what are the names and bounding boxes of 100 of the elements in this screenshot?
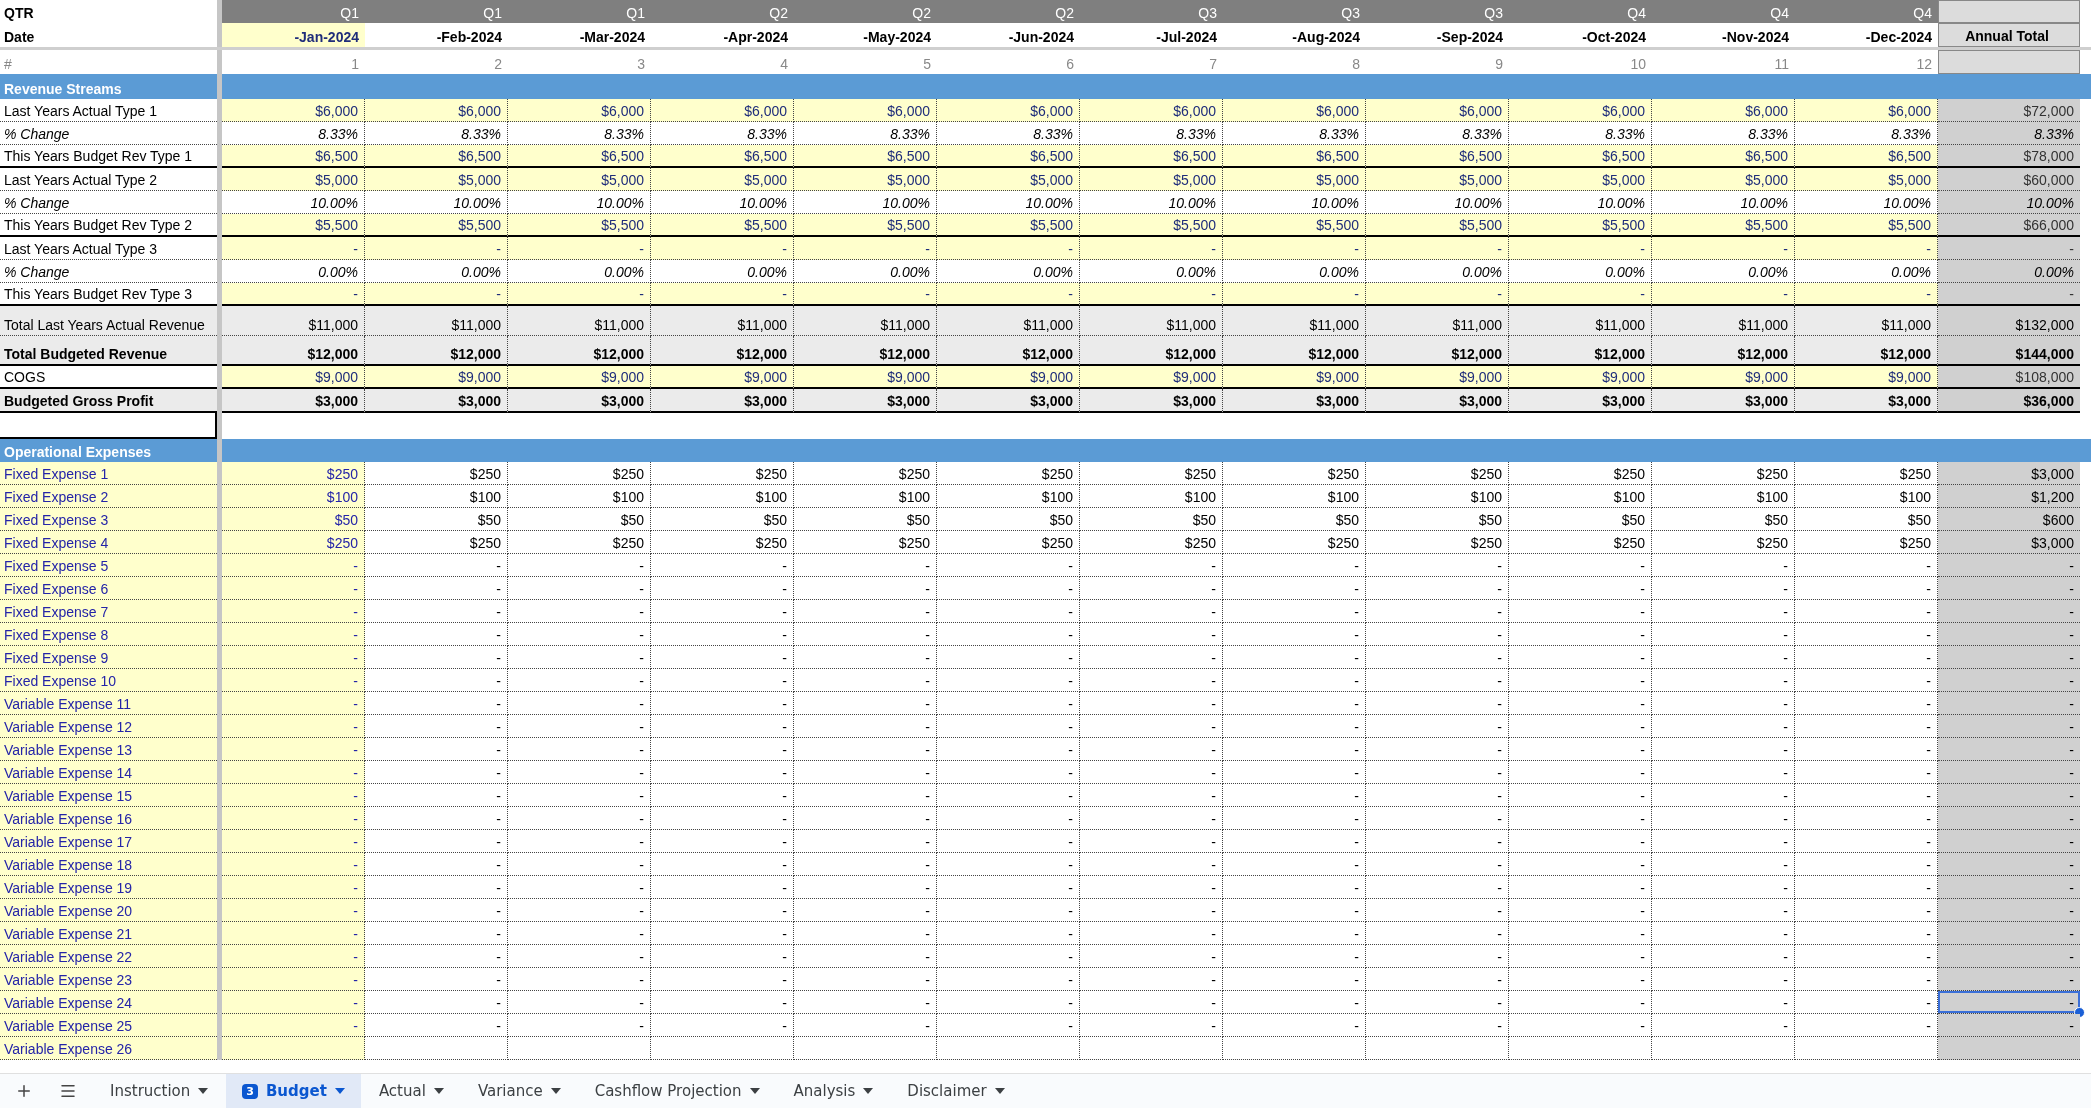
table-cell: $9,000 [1509,366,1652,389]
table-cell: - [508,283,651,306]
table-cell: $5,000 [1223,168,1366,191]
table-cell: - [508,554,651,577]
table-cell: - [365,646,508,669]
quarter-header: Q1 [365,0,508,23]
row-label: Variable Expense 16 [0,807,217,830]
sheet-tab[interactable]: Cashflow Projection [578,1074,776,1108]
table-cell: - [508,623,651,646]
total-cell: - [1938,577,2080,600]
table-cell: - [508,1014,651,1037]
sheet-tab[interactable]: Actual [362,1074,460,1108]
table-cell: 0.00% [794,260,937,283]
table-cell: - [365,761,508,784]
table-cell: $6,500 [1223,145,1366,168]
caret-icon[interactable] [863,1088,874,1094]
table-cell: - [1509,600,1652,623]
table-cell: $9,000 [794,366,937,389]
table-cell: - [508,945,651,968]
table-cell: - [1223,692,1366,715]
table-cell: $3,000 [937,389,1080,413]
table-cell: $50 [794,508,937,531]
table-cell: - [365,669,508,692]
caret-icon[interactable] [198,1088,209,1094]
caret-icon[interactable] [994,1088,1005,1094]
table-cell: $6,000 [222,99,365,122]
table-cell: - [508,669,651,692]
table-cell: $5,500 [937,214,1080,237]
table-cell: - [1223,899,1366,922]
caret-icon[interactable] [550,1088,561,1094]
total-cell: $1,200 [1938,485,2080,508]
table-cell: 8.33% [365,122,508,145]
row-label: Fixed Expense 6 [0,577,217,600]
table-cell: $50 [1223,508,1366,531]
table-cell: $5,000 [508,168,651,191]
quarter-header: Q3 [1080,0,1223,23]
table-cell: 10.00% [937,191,1080,214]
table-cell: 10.00% [508,191,651,214]
table-cell: - [1080,554,1223,577]
table-cell: $9,000 [1652,366,1795,389]
table-cell: - [1223,807,1366,830]
table-cell: $250 [1652,531,1795,554]
table-cell: $250 [651,531,794,554]
table-cell: - [794,283,937,306]
table-cell: - [1223,761,1366,784]
table-cell: - [1223,922,1366,945]
quarter-header: Q1 [508,0,651,23]
table-cell: $12,000 [508,336,651,366]
table-cell: - [222,899,365,922]
table-cell: $250 [508,462,651,485]
table-cell: - [1366,968,1509,991]
total-cell: $144,000 [1938,336,2080,366]
table-cell: - [1080,899,1223,922]
table-cell: $100 [1795,485,1938,508]
table-cell: - [794,761,937,784]
table-cell: $9,000 [937,366,1080,389]
table-cell: $6,000 [1652,99,1795,122]
table-cell: $5,500 [365,214,508,237]
table-cell: - [1080,853,1223,876]
total-cell: - [1938,715,2080,738]
month-number: 7 [1208,55,1218,74]
table-cell: - [508,692,651,715]
caret-icon[interactable] [749,1088,760,1094]
table-cell: - [1223,1014,1366,1037]
table-cell: $5,500 [1509,214,1652,237]
sheet-tab[interactable]: Variance [461,1074,577,1108]
table-cell: $6,500 [1366,145,1509,168]
sheet-tab[interactable]: 3 Budget [226,1074,361,1108]
sheet-tab[interactable]: Instruction [94,1074,225,1108]
table-cell: $3,000 [1080,389,1223,413]
caret-icon[interactable] [433,1088,444,1094]
table-cell: $11,000 [365,306,508,336]
row-label: Fixed Expense 8 [0,623,217,646]
table-cell: - [651,577,794,600]
row-label: Fixed Expense 4 [0,531,217,554]
month-number: 2 [493,55,503,74]
row-label: Variable Expense 12 [0,715,217,738]
table-cell: - [651,922,794,945]
table-cell: - [1509,646,1652,669]
row-label: Fixed Expense 5 [0,554,217,577]
table-cell: - [1652,600,1795,623]
total-cell: $3,000 [1938,462,2080,485]
table-cell: - [1652,554,1795,577]
sheet-tab[interactable]: Disclaimer [891,1074,1021,1108]
table-cell: - [1509,922,1652,945]
table-cell: - [1652,692,1795,715]
table-cell: - [1223,554,1366,577]
table-cell: $5,000 [1509,168,1652,191]
table-cell: $100 [1223,485,1366,508]
table-cell: - [222,853,365,876]
table-cell: - [1795,646,1938,669]
table-cell: 10.00% [1509,191,1652,214]
sheet-tab[interactable]: Analysis [777,1074,890,1108]
table-cell: 0.00% [1223,260,1366,283]
total-cell: - [1938,899,2080,922]
row-label: Variable Expense 13 [0,738,217,761]
table-cell: - [365,784,508,807]
caret-icon[interactable] [334,1088,345,1094]
table-cell: - [937,807,1080,830]
table-cell: $250 [1652,462,1795,485]
